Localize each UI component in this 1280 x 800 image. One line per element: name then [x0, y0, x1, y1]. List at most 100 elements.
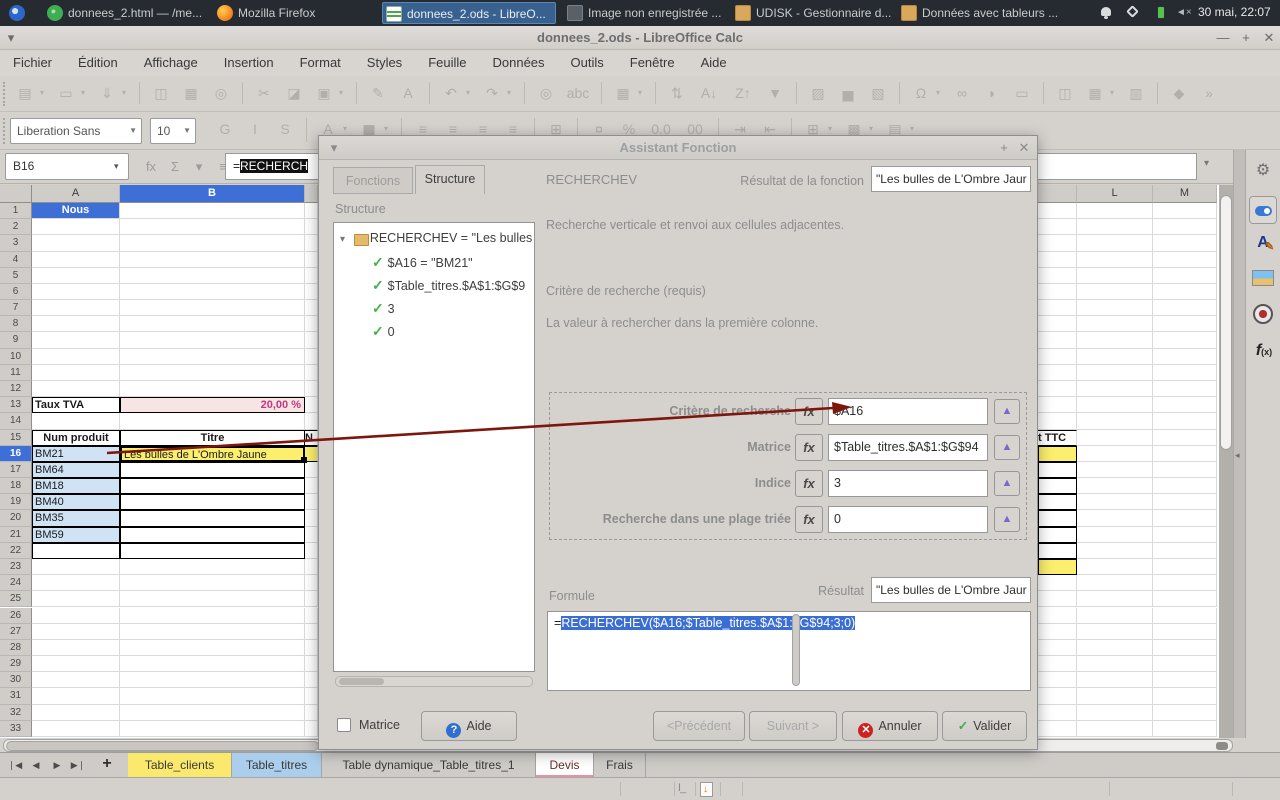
table-icon[interactable]: ▦ — [610, 80, 636, 106]
cell-C9[interactable] — [305, 332, 318, 348]
row-header-21[interactable]: 21 — [0, 527, 32, 543]
select-sum-icon[interactable]: Σ — [164, 153, 186, 180]
cell-K16[interactable] — [1038, 446, 1077, 462]
param-fx-button[interactable]: fx — [795, 470, 823, 497]
cell-A14[interactable] — [32, 413, 120, 429]
cell-A22[interactable] — [32, 543, 120, 559]
cell-C10[interactable] — [305, 349, 318, 365]
clear-formatting-icon[interactable]: A — [395, 80, 421, 106]
cell-K11[interactable] — [1038, 365, 1077, 381]
maximize-button[interactable]: + — [1237, 30, 1255, 46]
cell-C25[interactable] — [305, 591, 318, 607]
dialog-titlebar[interactable]: ▾Assistant Fonction+✕ — [319, 136, 1037, 160]
help-button[interactable]: ?Aide — [421, 711, 517, 741]
cell-L17[interactable] — [1077, 462, 1153, 478]
param-shrink-button[interactable]: ▲ — [994, 507, 1020, 532]
cell-B21[interactable] — [120, 527, 305, 543]
cell-K23[interactable] — [1038, 559, 1077, 575]
cell-A32[interactable] — [32, 705, 120, 721]
cell-K10[interactable] — [1038, 349, 1077, 365]
functions-icon[interactable]: f(x) — [1249, 342, 1279, 362]
cell-M33[interactable] — [1153, 721, 1217, 737]
table-icon-dropdown[interactable]: ▾ — [638, 80, 647, 106]
cell-A5[interactable] — [32, 268, 120, 284]
sheet-tab-table-dynamique-table-titres-1[interactable]: Table dynamique_Table_titres_1 — [322, 753, 536, 778]
cell-B23[interactable] — [120, 559, 305, 575]
cell-K21[interactable] — [1038, 527, 1077, 543]
cell-A9[interactable] — [32, 332, 120, 348]
cell-K5[interactable] — [1038, 268, 1077, 284]
formula-scrollbar-thumb[interactable] — [792, 614, 800, 686]
cell-L23[interactable] — [1077, 559, 1153, 575]
cell-B4[interactable] — [120, 252, 305, 268]
cell-B16[interactable]: Les bulles de L'Ombre Jaune — [120, 446, 305, 462]
cell-A29[interactable] — [32, 656, 120, 672]
cell-M12[interactable] — [1153, 381, 1217, 397]
headers-footers-icon[interactable]: ▭ — [1009, 80, 1035, 106]
cell-M20[interactable] — [1153, 510, 1217, 526]
cell-L14[interactable] — [1077, 413, 1153, 429]
cell-C4[interactable] — [305, 252, 318, 268]
vertical-scrollbar-thumb[interactable] — [1220, 195, 1232, 450]
cell-A6[interactable] — [32, 284, 120, 300]
pivot-table-icon[interactable]: ▧ — [865, 80, 891, 106]
cell-M8[interactable] — [1153, 316, 1217, 332]
cell-A25[interactable] — [32, 591, 120, 607]
cell-B14[interactable] — [120, 413, 305, 429]
cell-K27[interactable] — [1038, 624, 1077, 640]
cell-A33[interactable] — [32, 721, 120, 737]
menu-outils[interactable]: Outils — [558, 50, 617, 76]
cell-C28[interactable] — [305, 640, 318, 656]
cell-L7[interactable] — [1077, 300, 1153, 316]
cell-K1[interactable] — [1038, 203, 1077, 219]
cell-A23[interactable] — [32, 559, 120, 575]
cell-B29[interactable] — [120, 656, 305, 672]
tab-fonctions[interactable]: Fonctions — [333, 167, 413, 194]
hyperlink-icon[interactable]: ∞ — [949, 80, 975, 106]
spelling-icon[interactable]: abc — [563, 80, 593, 106]
cell-L24[interactable] — [1077, 575, 1153, 591]
cell-L1[interactable] — [1077, 203, 1153, 219]
sort-asc-icon[interactable]: A↓ — [694, 80, 724, 106]
taskbar-item[interactable]: Données avec tableurs ... — [898, 2, 1060, 24]
cell-K29[interactable] — [1038, 656, 1077, 672]
paste-icon[interactable]: ▣ — [311, 80, 337, 106]
special-character-icon-dropdown[interactable]: ▾ — [936, 80, 945, 106]
cell-L13[interactable] — [1077, 397, 1153, 413]
cell-K2[interactable] — [1038, 219, 1077, 235]
param-input[interactable]: $A16 — [828, 398, 988, 425]
cell-B19[interactable] — [120, 494, 305, 510]
cell-K4[interactable] — [1038, 252, 1077, 268]
cell-B5[interactable] — [120, 268, 305, 284]
tree-hscrollbar-thumb[interactable] — [339, 678, 384, 685]
cell-L11[interactable] — [1077, 365, 1153, 381]
cell-K14[interactable] — [1038, 413, 1077, 429]
cell-B15[interactable]: Titre — [120, 430, 305, 446]
column-header-K[interactable] — [1038, 185, 1077, 203]
cell-L32[interactable] — [1077, 705, 1153, 721]
cell-K20[interactable] — [1038, 510, 1077, 526]
tree-item[interactable]: ✓ $Table_titres.$A$1:$G$9 — [372, 277, 534, 297]
tree-item[interactable]: ✓ 0 — [372, 323, 534, 343]
row-header-24[interactable]: 24 — [0, 575, 32, 591]
cell-M15[interactable] — [1153, 430, 1217, 446]
cell-L26[interactable] — [1077, 608, 1153, 624]
cut-icon[interactable]: ✂ — [251, 80, 277, 106]
cell-M22[interactable] — [1153, 543, 1217, 559]
column-header-C[interactable] — [305, 185, 318, 203]
shapes-icon[interactable]: ◆ — [1166, 80, 1192, 106]
cell-K31[interactable] — [1038, 688, 1077, 704]
cell-B24[interactable] — [120, 575, 305, 591]
redo-icon[interactable]: ↷ — [479, 80, 505, 106]
cell-B26[interactable] — [120, 608, 305, 624]
next-sheet-icon[interactable]: ▶ — [48, 753, 66, 777]
row-header-28[interactable]: 28 — [0, 640, 32, 656]
cell-B12[interactable] — [120, 381, 305, 397]
cell-K25[interactable] — [1038, 591, 1077, 607]
param-shrink-button[interactable]: ▲ — [994, 399, 1020, 424]
cell-A7[interactable] — [32, 300, 120, 316]
param-input[interactable]: $Table_titres.$A$1:$G$94 — [828, 434, 988, 461]
cell-B32[interactable] — [120, 705, 305, 721]
cell-M24[interactable] — [1153, 575, 1217, 591]
cell-C20[interactable] — [305, 510, 318, 526]
